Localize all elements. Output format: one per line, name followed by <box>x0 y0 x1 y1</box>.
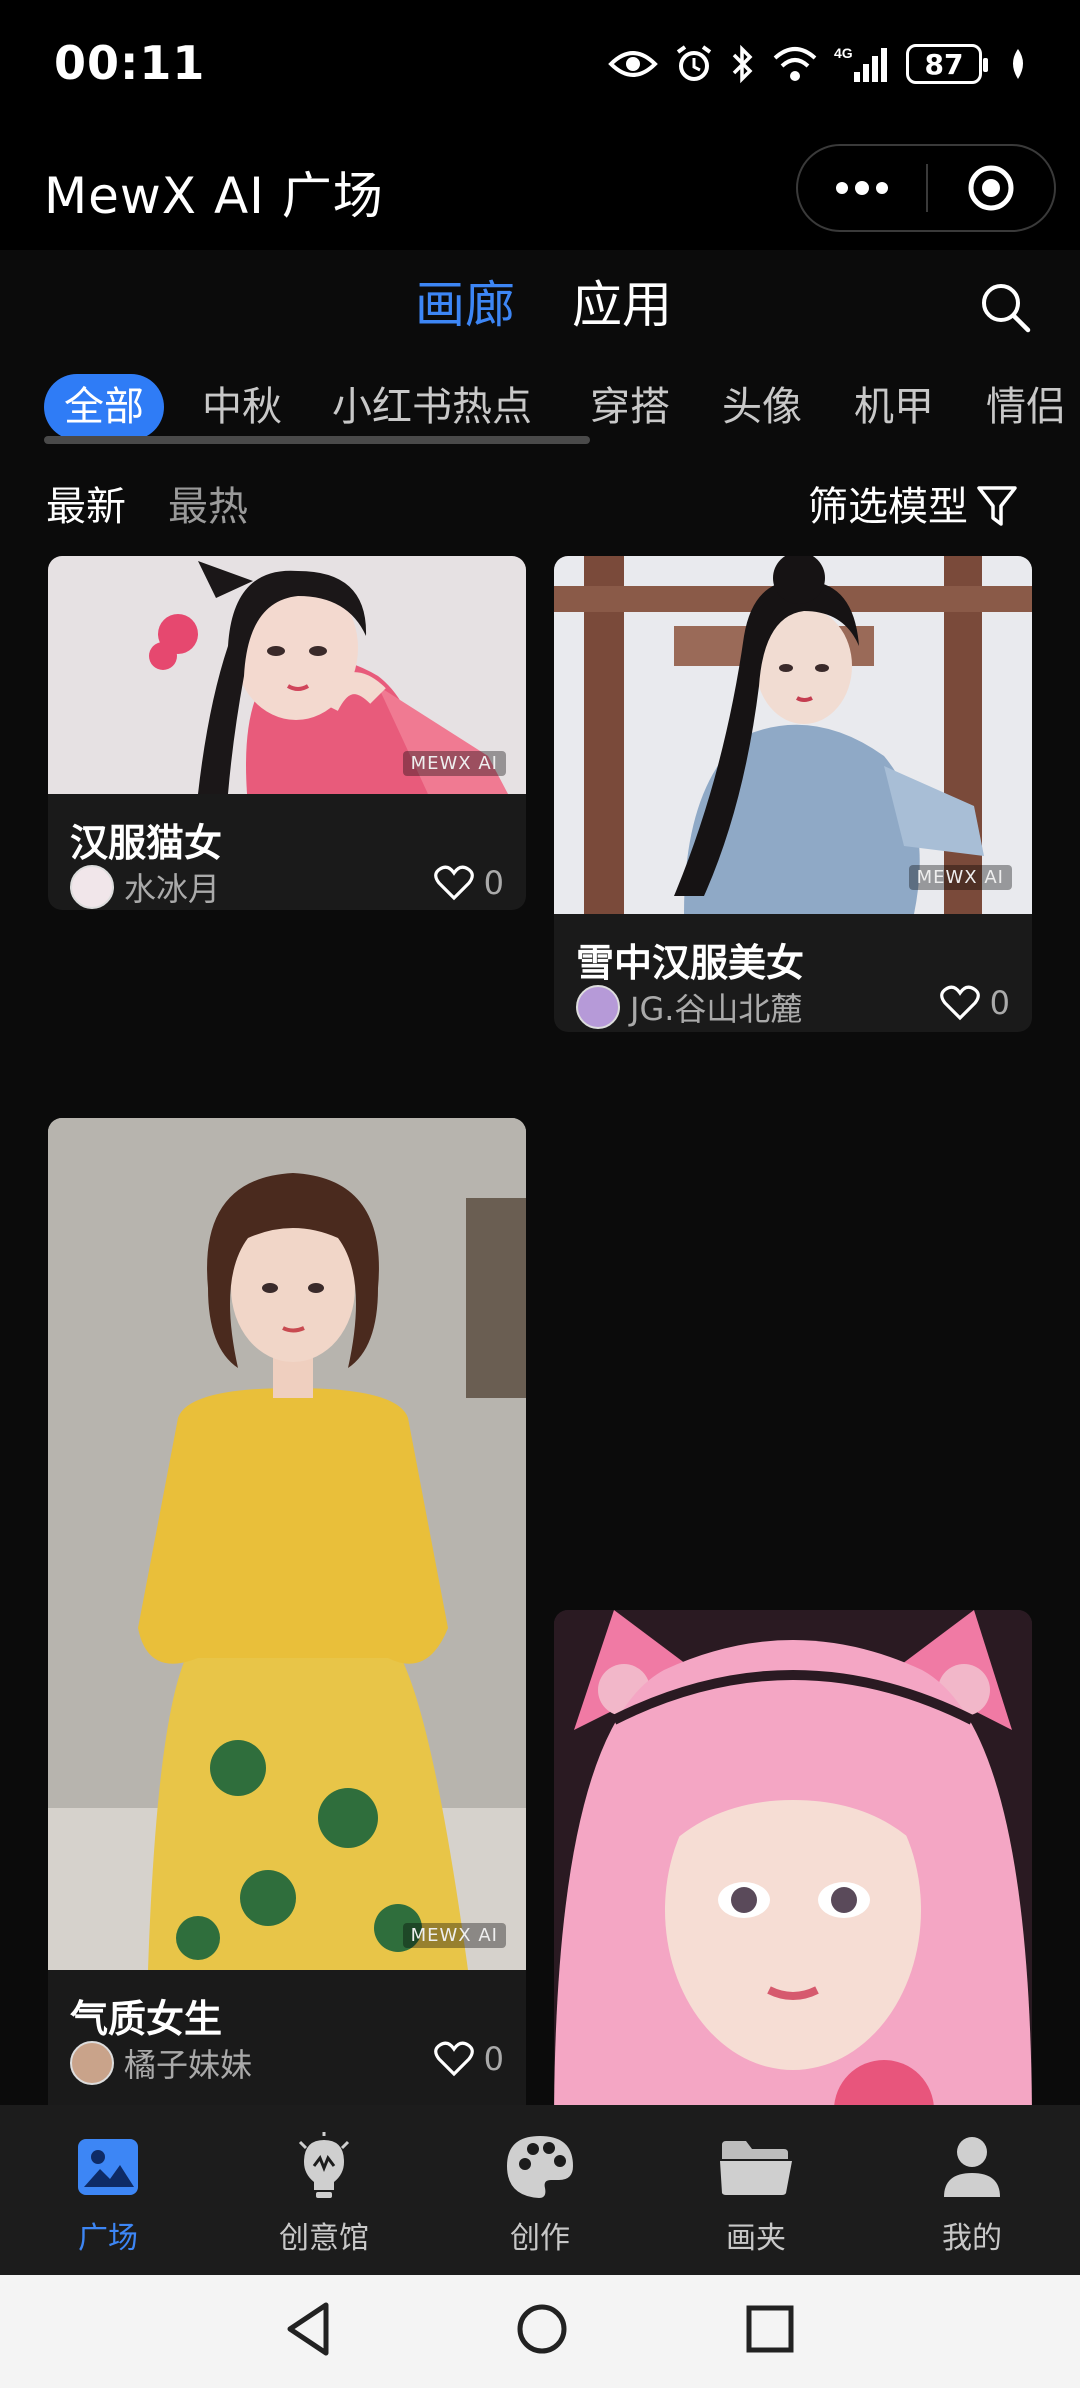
category-all[interactable]: 全部 <box>44 374 164 440</box>
status-icons: 4G 87 <box>608 44 1028 84</box>
category-couples[interactable]: 情侣 <box>986 374 1066 440</box>
like-count: 0 <box>989 984 1010 1022</box>
category-mecha[interactable]: 机甲 <box>854 374 934 440</box>
home-circle-icon <box>517 2304 567 2354</box>
user-icon <box>944 2137 1000 2197</box>
author-name: 橘子妹妹 <box>124 2046 253 2084</box>
search-button[interactable] <box>978 280 1032 338</box>
like-button[interactable]: 0 <box>433 864 504 902</box>
alarm-icon <box>676 45 712 81</box>
app-header: MewX AI 广场 <box>0 130 1080 250</box>
nav-label: 广场 <box>78 2221 138 2256</box>
category-outfits[interactable]: 穿搭 <box>590 374 670 440</box>
heart-icon <box>433 865 474 901</box>
sort-hottest[interactable]: 最热 <box>168 472 248 542</box>
mini-program-capsule <box>796 144 1056 232</box>
artwork-image[interactable] <box>554 1610 1032 2105</box>
back-button[interactable] <box>282 2299 334 2363</box>
filter-label: 筛选模型 <box>808 484 968 530</box>
recents-square-icon <box>746 2305 794 2353</box>
bluetooth-icon <box>732 44 753 84</box>
card-title: 气质女生 <box>70 1997 223 2041</box>
status-time: 00:11 <box>54 36 206 90</box>
nav-label: 创意馆 <box>279 2221 369 2256</box>
more-dots-icon <box>836 181 888 195</box>
like-button[interactable]: 0 <box>433 2040 504 2078</box>
avatar <box>70 865 114 909</box>
artwork-card[interactable]: MEWX AI 气质女生 橘子妹妹 0 <box>48 1118 526 2105</box>
nav-label: 创作 <box>510 2221 570 2256</box>
filter-models-button[interactable]: 筛选模型 <box>808 472 1018 542</box>
close-mini-program-button[interactable] <box>928 146 1054 230</box>
avatar <box>70 2041 114 2085</box>
battery-level: 87 <box>924 47 964 81</box>
watermark: MEWX AI <box>402 1923 506 1948</box>
category-tabs: 全部 中秋 小红书热点 穿搭 头像 机甲 情侣 <box>0 368 1080 468</box>
artwork-image[interactable]: MEWX AI <box>554 556 1032 914</box>
image-icon <box>78 2139 138 2195</box>
category-avatars[interactable]: 头像 <box>722 374 802 440</box>
like-count: 0 <box>483 864 504 902</box>
heart-icon <box>433 2041 474 2077</box>
nav-create[interactable]: 创作 <box>432 2105 648 2275</box>
wifi-icon <box>773 47 817 81</box>
main-content: 画廊 应用 全部 中秋 小红书热点 穿搭 头像 机甲 情侣 最新 最热 筛选模型 <box>0 250 1080 2105</box>
author-name: 水冰月 <box>124 870 221 908</box>
eye-icon <box>608 51 658 77</box>
target-icon <box>968 165 1014 211</box>
back-triangle-icon <box>287 2302 329 2356</box>
nav-folder[interactable]: 画夹 <box>648 2105 864 2275</box>
tab-gallery[interactable]: 画廊 <box>415 270 515 340</box>
search-icon <box>982 284 1031 333</box>
bottom-navigation: 广场 创意馆 创作 画夹 我的 <box>0 2105 1080 2275</box>
avatar <box>576 985 620 1029</box>
battery-indicator: 87 <box>906 44 988 84</box>
nav-label: 画夹 <box>726 2221 786 2256</box>
nav-label: 我的 <box>942 2221 1002 2256</box>
card-title: 汉服猫女 <box>70 821 223 865</box>
artwork-illustration <box>554 556 1032 914</box>
artwork-card[interactable]: MEWX AI 汉服猫女 水冰月 0 <box>48 556 526 910</box>
card-title: 雪中汉服美女 <box>576 941 805 985</box>
watermark: MEWX AI <box>402 751 506 776</box>
card-author[interactable]: 橘子妹妹 <box>70 2040 252 2086</box>
artwork-card[interactable] <box>554 1610 1032 2105</box>
artwork-image[interactable]: MEWX AI <box>48 1118 526 1970</box>
filter-funnel-icon <box>977 486 1017 526</box>
status-bar: 00:11 4G 87 <box>0 0 1080 130</box>
like-button[interactable]: 0 <box>939 984 1010 1022</box>
nav-creative-hall[interactable]: 创意馆 <box>216 2105 432 2275</box>
nav-plaza[interactable]: 广场 <box>0 2105 216 2275</box>
system-navigation-bar <box>0 2275 1080 2388</box>
artwork-illustration <box>554 1610 1032 2105</box>
sort-latest[interactable]: 最新 <box>46 472 126 542</box>
author-name: JG.谷山北麓 <box>630 990 803 1028</box>
recents-button[interactable] <box>744 2299 796 2363</box>
heart-icon <box>939 985 980 1021</box>
home-button[interactable] <box>514 2299 570 2363</box>
tab-apps[interactable]: 应用 <box>572 270 672 340</box>
app-title: MewX AI 广场 <box>44 167 384 225</box>
card-author[interactable]: 水冰月 <box>70 864 220 910</box>
like-count: 0 <box>483 2040 504 2078</box>
leaf-icon <box>1013 49 1023 79</box>
artwork-image[interactable]: MEWX AI <box>48 556 526 794</box>
category-xiaohongshu[interactable]: 小红书热点 <box>332 374 532 440</box>
category-scroll-indicator <box>44 436 590 444</box>
artwork-card[interactable]: MEWX AI 雪中汉服美女 JG.谷山北麓 0 <box>554 556 1032 1032</box>
sort-row: 最新 最热 筛选模型 <box>0 472 1080 542</box>
lightbulb-icon <box>298 2132 350 2198</box>
category-mid-autumn[interactable]: 中秋 <box>202 374 282 440</box>
top-tabs: 画廊 应用 <box>0 270 1080 340</box>
nav-me[interactable]: 我的 <box>864 2105 1080 2275</box>
artwork-illustration <box>48 1118 526 1970</box>
card-author[interactable]: JG.谷山北麓 <box>576 984 802 1030</box>
more-button[interactable] <box>798 146 926 230</box>
svg-text:4G: 4G <box>834 45 853 61</box>
watermark: MEWX AI <box>908 865 1012 890</box>
signal-icon: 4G <box>834 45 887 82</box>
palette-icon <box>507 2136 573 2198</box>
folder-icon <box>720 2141 792 2195</box>
